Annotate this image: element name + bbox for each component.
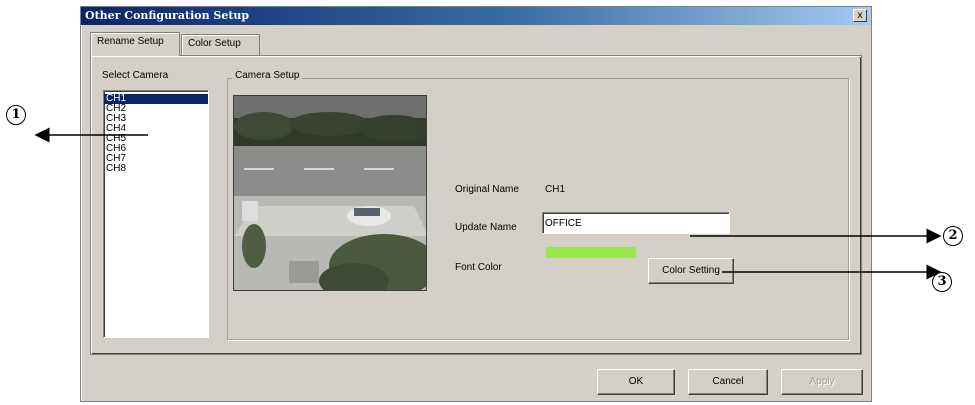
callout-1: 1 [6,105,26,125]
annotation-arrows [34,127,942,280]
callout-3: 3 [932,272,952,292]
tab-rename-setup[interactable]: Rename Setup [90,32,180,56]
callout-2: 2 [943,226,963,246]
tab-label: Rename Setup [97,36,164,47]
